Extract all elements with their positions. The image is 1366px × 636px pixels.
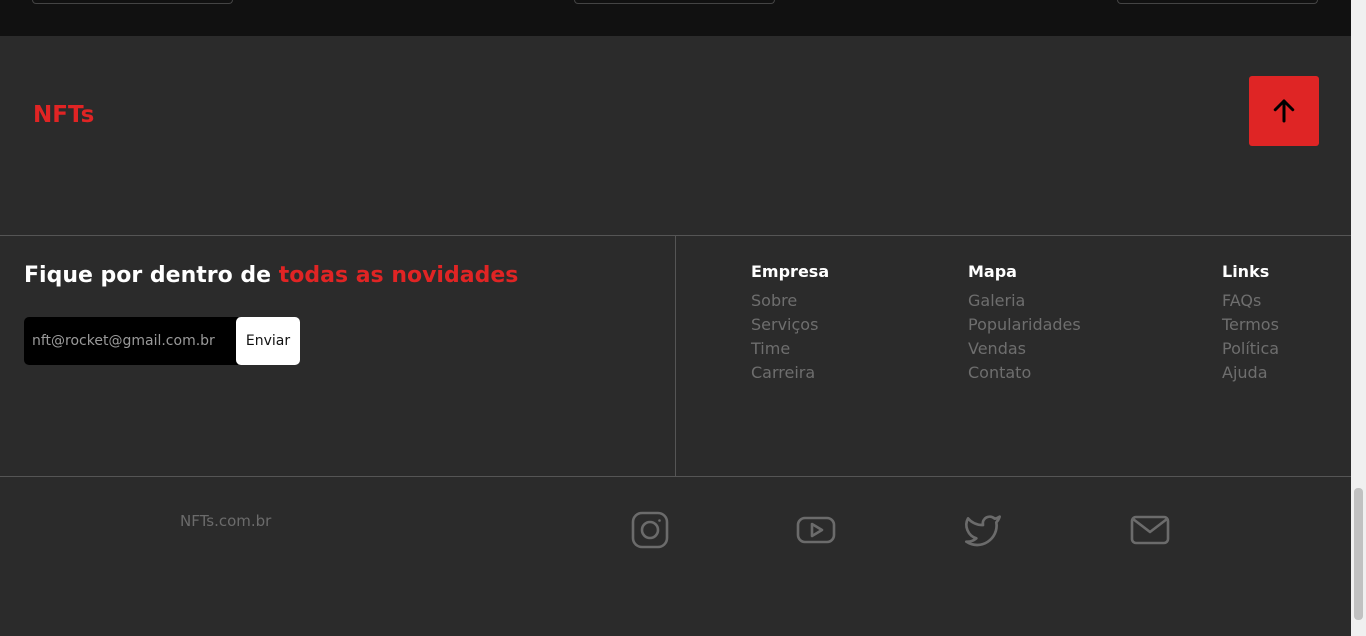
footer-column-empresa: Empresa Sobre Serviços Time Carreira: [751, 262, 829, 385]
youtube-icon[interactable]: [796, 510, 836, 550]
scrollbar[interactable]: [1351, 0, 1366, 636]
footer-link-time[interactable]: Time: [751, 337, 829, 361]
footer-link-faqs[interactable]: FAQs: [1222, 289, 1279, 313]
newsletter-title-prefix: Fique por dentro de: [24, 263, 279, 288]
footer-bottom: NFTs.com.br: [0, 477, 1351, 636]
send-button[interactable]: Enviar: [236, 317, 300, 365]
column-title: Links: [1222, 262, 1270, 281]
footer-column-links: Links FAQs Termos Política Ajuda: [1222, 262, 1279, 385]
column-title: Mapa: [968, 262, 1017, 281]
twitter-icon[interactable]: [963, 510, 1003, 550]
footer-link-contato[interactable]: Contato: [968, 361, 1081, 385]
footer-link-servicos[interactable]: Serviços: [751, 313, 829, 337]
footer-main: Fique por dentro de todas as novidades E…: [0, 235, 1351, 477]
footer-link-sobre[interactable]: Sobre: [751, 289, 829, 313]
top-section-edge: [0, 0, 1351, 36]
footer-link-ajuda[interactable]: Ajuda: [1222, 361, 1279, 385]
footer-header: NFTs: [0, 36, 1351, 236]
instagram-icon[interactable]: [630, 510, 670, 550]
card-edge: [574, 0, 775, 4]
site-domain: NFTs.com.br: [180, 512, 272, 530]
footer-link-popularidades[interactable]: Popularidades: [968, 313, 1081, 337]
scrollbar-thumb[interactable]: [1354, 488, 1363, 620]
back-to-top-button[interactable]: [1249, 76, 1319, 146]
footer-link-termos[interactable]: Termos: [1222, 313, 1279, 337]
newsletter-section: Fique por dentro de todas as novidades E…: [0, 236, 676, 476]
arrow-up-icon: [1273, 99, 1295, 123]
card-edge: [32, 0, 233, 4]
mail-icon[interactable]: [1130, 510, 1170, 550]
footer-link-vendas[interactable]: Vendas: [968, 337, 1081, 361]
brand-logo[interactable]: NFTs: [33, 102, 94, 128]
footer-link-galeria[interactable]: Galeria: [968, 289, 1081, 313]
newsletter-title-highlight: todas as novidades: [278, 263, 519, 288]
column-title: Empresa: [751, 262, 830, 281]
footer-link-carreira[interactable]: Carreira: [751, 361, 829, 385]
footer-column-mapa: Mapa Galeria Popularidades Vendas Contat…: [968, 262, 1081, 385]
card-edge: [1117, 0, 1318, 4]
footer-link-politica[interactable]: Política: [1222, 337, 1279, 361]
email-input[interactable]: [24, 317, 238, 365]
newsletter-title: Fique por dentro de todas as novidades: [24, 263, 518, 288]
